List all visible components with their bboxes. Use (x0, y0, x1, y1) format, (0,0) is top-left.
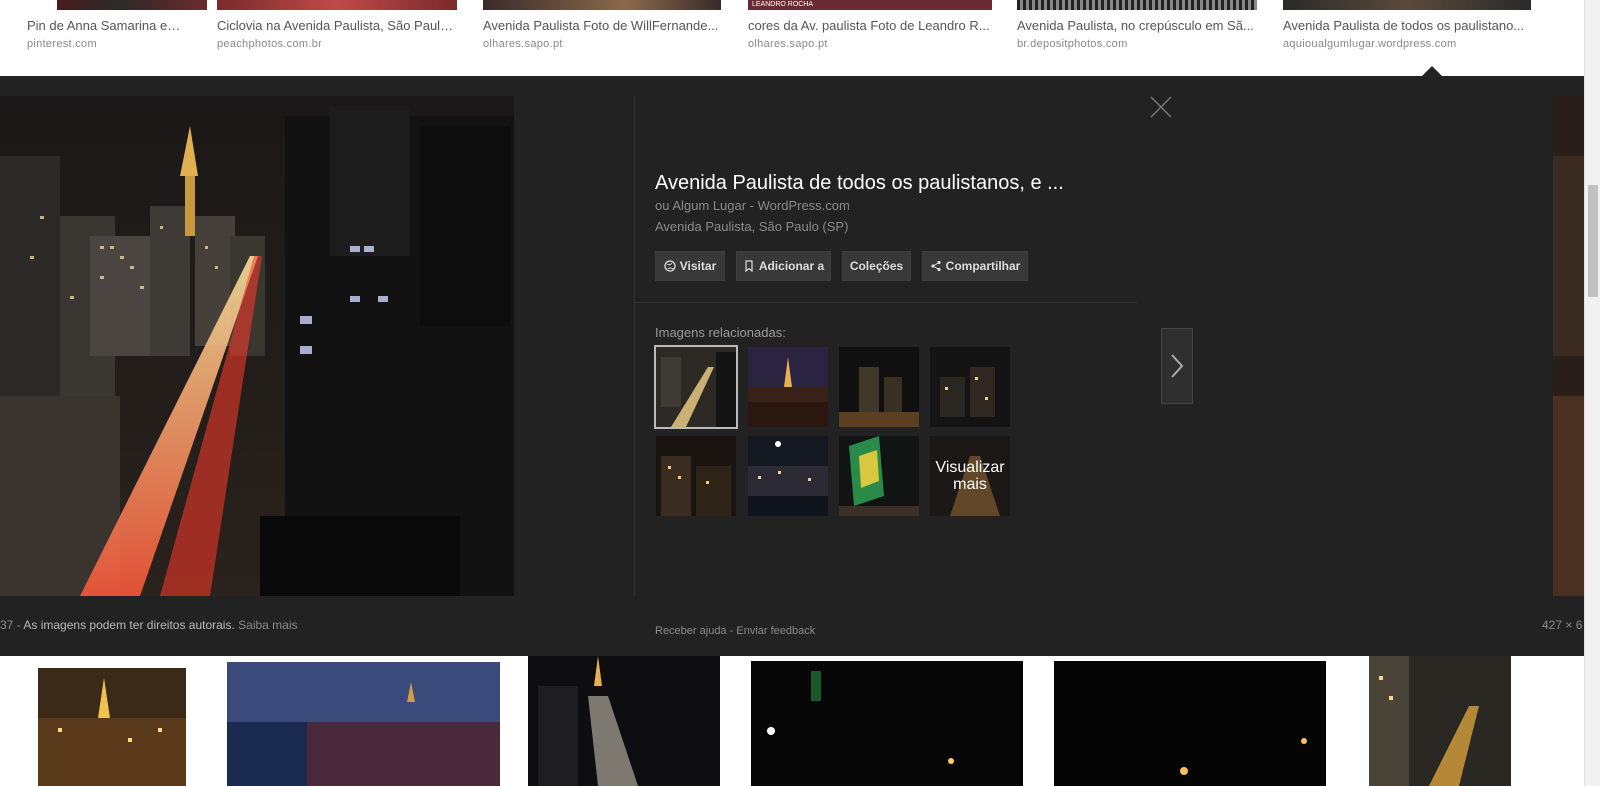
image-site[interactable]: ou Algum Lugar - WordPress.com (655, 198, 850, 213)
panel-divider-vertical (634, 96, 635, 596)
related-thumb (839, 436, 919, 516)
result-caption[interactable]: cores da Av. paulista Foto de Leandro R.… (748, 18, 992, 33)
bottom-results-strip (0, 656, 1584, 786)
related-thumb (656, 436, 736, 516)
result-source: pinterest.com (27, 38, 97, 50)
related-thumb (748, 347, 828, 427)
result-thumbnail (38, 668, 186, 786)
related-image-7[interactable] (839, 436, 919, 516)
dimensions-prefix: 37 (0, 618, 14, 632)
result-caption[interactable]: Avenida Paulista Foto de WillFernande... (483, 18, 719, 33)
result-thumbnail (751, 661, 1023, 786)
result-thumbnail[interactable] (1017, 0, 1257, 10)
result-source: br.depositphotos.com (1017, 38, 1128, 50)
bottom-result-1[interactable] (38, 668, 186, 786)
copyright-notice: 37 - As imagens podem ter direitos autor… (0, 618, 298, 632)
result-thumbnail (1054, 661, 1326, 786)
vertical-scrollbar[interactable] (1584, 0, 1600, 786)
chevron-right-icon (1171, 354, 1184, 378)
related-image-2[interactable] (748, 347, 828, 427)
collections-label: Coleções (849, 259, 904, 273)
selected-result-pointer (1422, 66, 1442, 76)
result-caption[interactable]: Avenida Paulista, no crepúsculo em Sã... (1017, 18, 1257, 33)
result-thumbnail (227, 662, 500, 786)
top-result-1[interactable]: Pin de Anna Samarina em... pinterest.com (27, 0, 207, 60)
see-more-related-button[interactable]: Visualizar mais (930, 436, 1010, 516)
add-to-button[interactable]: Adicionar a (736, 251, 831, 281)
related-image-1-selected[interactable] (654, 345, 738, 429)
top-results-strip: Pin de Anna Samarina em... pinterest.com… (0, 0, 1584, 76)
globe-icon (664, 260, 676, 272)
result-source: olhares.sapo.pt (748, 38, 828, 50)
related-image-4[interactable] (930, 347, 1010, 427)
bookmark-icon (745, 260, 753, 272)
top-result-3[interactable]: Avenida Paulista Foto de WillFernande...… (483, 0, 721, 60)
visit-button[interactable]: Visitar (655, 251, 725, 281)
result-source: olhares.sapo.pt (483, 38, 563, 50)
result-thumbnail[interactable]: LEANDRO ROCHA (748, 0, 992, 10)
top-result-6-selected[interactable]: Avenida Paulista de todos os paulistano.… (1283, 0, 1531, 60)
learn-more-link[interactable]: Saiba mais (238, 618, 297, 632)
scrollbar-thumb[interactable] (1588, 185, 1598, 297)
result-thumbnail[interactable] (57, 0, 207, 10)
bottom-result-5[interactable] (1054, 661, 1326, 786)
image-dimensions: 427 × 6 (1542, 618, 1583, 632)
close-button[interactable] (1148, 94, 1174, 120)
close-icon (1150, 96, 1172, 118)
related-thumb (839, 347, 919, 427)
visit-label: Visitar (679, 259, 717, 273)
result-caption[interactable]: Ciclovia na Avenida Paulista, São Paulo … (217, 18, 459, 33)
main-preview-image[interactable] (0, 96, 514, 596)
panel-divider-horizontal (635, 302, 1137, 303)
copyright-text: As imagens podem ter direitos autorais. (23, 618, 235, 632)
see-more-label: Visualizar mais (930, 436, 1010, 516)
top-result-5[interactable]: Avenida Paulista, no crepúsculo em Sã...… (1017, 0, 1257, 60)
image-search-viewport: Pin de Anna Samarina em... pinterest.com… (0, 0, 1600, 786)
result-source: aquioualgumlugar.wordpress.com (1283, 38, 1457, 50)
related-image-3[interactable] (839, 347, 919, 427)
next-image-button[interactable] (1161, 328, 1193, 404)
help-link[interactable]: Receber ajuda (655, 625, 727, 637)
feedback-link[interactable]: Enviar feedback (736, 625, 815, 637)
image-preview-panel: Avenida Paulista de todos os paulistanos… (0, 76, 1584, 656)
share-icon (931, 260, 941, 272)
related-image-6[interactable] (748, 436, 828, 516)
result-thumbnail[interactable] (217, 0, 457, 10)
next-preview-image-edge[interactable] (1553, 96, 1584, 596)
result-thumbnail (528, 656, 720, 786)
share-button[interactable]: Compartilhar (922, 251, 1028, 281)
bottom-result-3[interactable] (528, 656, 720, 786)
related-images-label: Imagens relacionadas: (655, 325, 786, 340)
bottom-result-4[interactable] (751, 661, 1023, 786)
separator: - (729, 625, 734, 637)
top-result-4[interactable]: LEANDRO ROCHA cores da Av. paulista Foto… (748, 0, 992, 60)
related-image-5[interactable] (656, 436, 736, 516)
related-thumb (748, 436, 828, 516)
bottom-result-6[interactable] (1369, 656, 1511, 786)
share-label: Compartilhar (945, 259, 1021, 273)
related-thumb (656, 347, 736, 427)
bottom-result-2[interactable] (227, 662, 500, 786)
help-links: Receber ajuda - Enviar feedback (655, 625, 815, 637)
result-thumbnail[interactable] (483, 0, 721, 10)
result-caption[interactable]: Pin de Anna Samarina em... (27, 18, 187, 33)
result-thumbnail (1369, 656, 1511, 786)
related-thumb (930, 347, 1010, 427)
night-city-photo (0, 96, 514, 596)
collections-button[interactable]: Coleções (842, 251, 911, 281)
next-photo-sliver (1553, 96, 1584, 596)
result-caption[interactable]: Avenida Paulista de todos os paulistano.… (1283, 18, 1528, 33)
thumbnail-watermark: LEANDRO ROCHA (752, 1, 814, 8)
image-title[interactable]: Avenida Paulista de todos os paulistanos… (655, 172, 1115, 195)
add-to-label: Adicionar a (758, 259, 825, 273)
top-result-2[interactable]: Ciclovia na Avenida Paulista, São Paulo … (217, 0, 459, 60)
image-description: Avenida Paulista, São Paulo (SP) (655, 219, 849, 234)
result-thumbnail[interactable] (1283, 0, 1531, 10)
result-source: peachphotos.com.br (217, 38, 323, 50)
